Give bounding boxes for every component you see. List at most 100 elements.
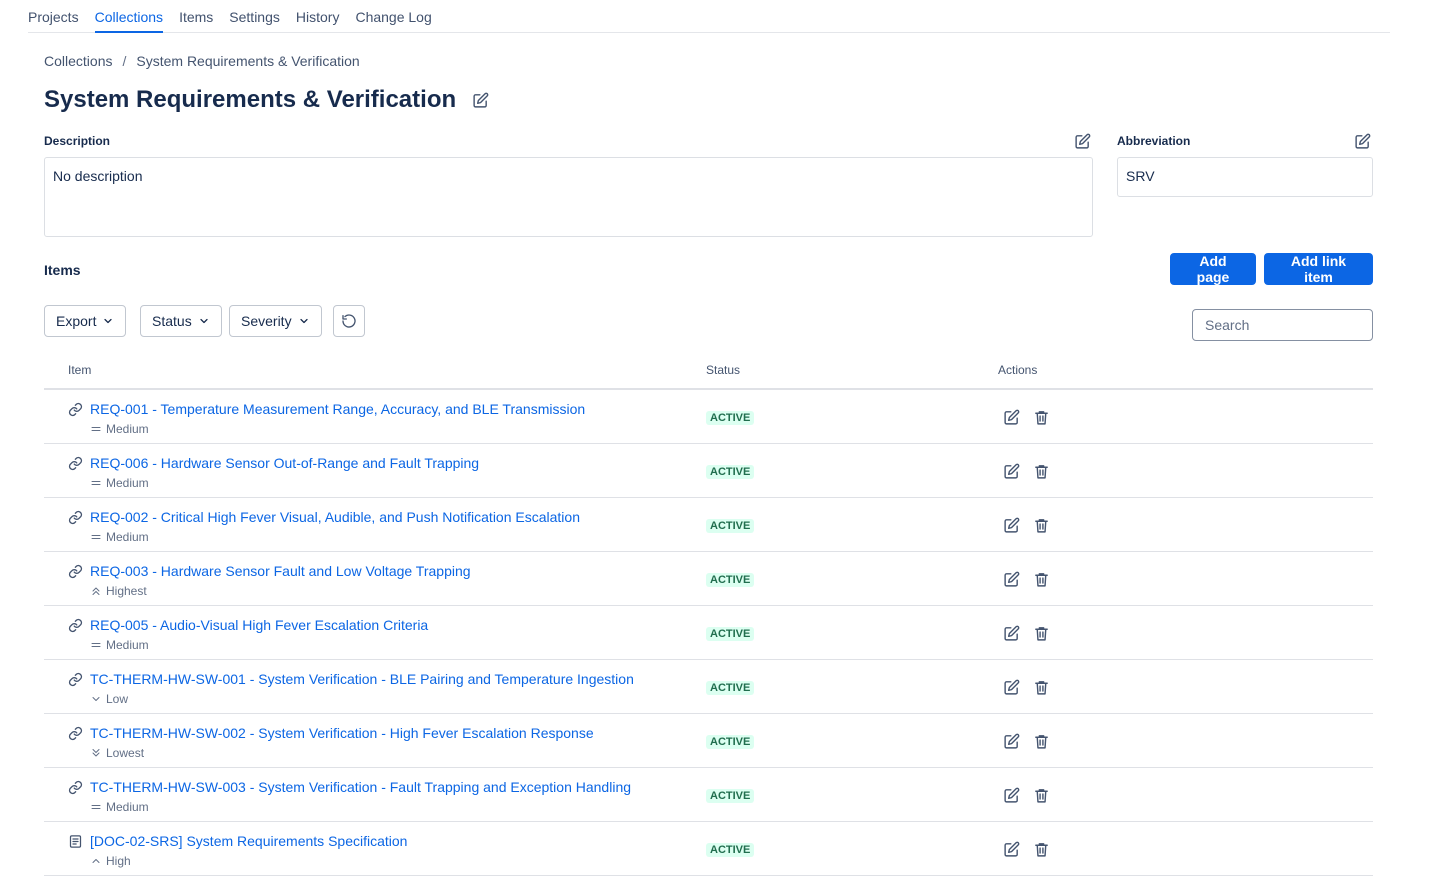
edit-icon[interactable] <box>1001 785 1021 805</box>
link-icon <box>68 564 84 580</box>
status-badge: ACTIVE <box>706 681 755 695</box>
abbreviation-field[interactable]: SRV <box>1117 157 1373 197</box>
edit-icon[interactable] <box>1001 677 1021 697</box>
trash-icon[interactable] <box>1031 515 1051 535</box>
description-label: Description <box>44 134 111 148</box>
refresh-button[interactable] <box>333 305 365 337</box>
table-row: REQ-002 - Critical High Fever Visual, Au… <box>44 498 1373 552</box>
edit-icon[interactable] <box>1001 731 1021 751</box>
severity-label: High <box>106 854 131 868</box>
item-title-link[interactable]: REQ-002 - Critical High Fever Visual, Au… <box>90 509 580 525</box>
tab-change-log[interactable]: Change Log <box>355 0 431 33</box>
search-input[interactable] <box>1192 309 1373 341</box>
item-title-link[interactable]: TC-THERM-HW-SW-003 - System Verification… <box>90 779 631 795</box>
top-nav: Projects Collections Items Settings Hist… <box>28 0 1390 33</box>
trash-icon[interactable] <box>1031 623 1051 643</box>
severity-label: Medium <box>106 422 149 436</box>
row-actions <box>1001 515 1051 535</box>
row-actions <box>1001 461 1051 481</box>
severity-filter-label: Severity <box>241 313 292 329</box>
item-title-link[interactable]: [DOC-02-SRS] System Requirements Specifi… <box>90 833 407 849</box>
severity-indicator: Medium <box>90 422 149 436</box>
table-row: TC-THERM-HW-SW-003 - System Verification… <box>44 768 1373 822</box>
edit-description-icon[interactable] <box>1072 131 1092 151</box>
column-header-item: Item <box>68 363 92 377</box>
item-title-link[interactable]: REQ-001 - Temperature Measurement Range,… <box>90 401 585 417</box>
status-filter-dropdown[interactable]: Status <box>140 305 222 337</box>
breadcrumb-root-link[interactable]: Collections <box>44 53 112 69</box>
page-title: System Requirements & Verification <box>44 86 457 113</box>
edit-title-icon[interactable] <box>470 90 490 110</box>
table-row: REQ-005 - Audio-Visual High Fever Escala… <box>44 606 1373 660</box>
trash-icon[interactable] <box>1031 461 1051 481</box>
table-row: REQ-006 - Hardware Sensor Out-of-Range a… <box>44 444 1373 498</box>
severity-label: Low <box>106 692 129 706</box>
trash-icon[interactable] <box>1031 839 1051 859</box>
link-icon <box>68 672 84 688</box>
severity-label: Medium <box>106 800 149 814</box>
tab-projects[interactable]: Projects <box>28 0 79 33</box>
status-badge: ACTIVE <box>706 789 755 803</box>
page-header: System Requirements & Verification <box>44 86 490 114</box>
table-row: REQ-001 - Temperature Measurement Range,… <box>44 390 1373 444</box>
row-actions <box>1001 731 1051 751</box>
items-table: Item Status Actions REQ-001 - Temperatur… <box>44 355 1373 876</box>
add-page-button[interactable]: Add page <box>1170 253 1256 285</box>
trash-icon[interactable] <box>1031 731 1051 751</box>
row-actions <box>1001 407 1051 427</box>
item-title-link[interactable]: TC-THERM-HW-SW-001 - System Verification… <box>90 671 634 687</box>
equals-icon <box>90 423 102 435</box>
status-badge: ACTIVE <box>706 627 755 641</box>
item-title-link[interactable]: TC-THERM-HW-SW-002 - System Verification… <box>90 725 594 741</box>
severity-indicator: Medium <box>90 800 149 814</box>
tab-settings[interactable]: Settings <box>229 0 280 33</box>
edit-abbreviation-icon[interactable] <box>1352 131 1372 151</box>
severity-indicator: Highest <box>90 584 147 598</box>
abbreviation-label: Abbreviation <box>1117 134 1191 148</box>
edit-icon[interactable] <box>1001 839 1021 859</box>
item-title-link[interactable]: REQ-005 - Audio-Visual High Fever Escala… <box>90 617 428 633</box>
tab-collections[interactable]: Collections <box>94 0 164 33</box>
severity-filter-dropdown[interactable]: Severity <box>229 305 322 337</box>
trash-icon[interactable] <box>1031 677 1051 697</box>
item-title-link[interactable]: REQ-003 - Hardware Sensor Fault and Low … <box>90 563 471 579</box>
row-actions <box>1001 785 1051 805</box>
row-actions <box>1001 569 1051 589</box>
trash-icon[interactable] <box>1031 569 1051 589</box>
chevron-down-icon <box>104 318 113 324</box>
status-badge: ACTIVE <box>706 573 755 587</box>
breadcrumb-separator: / <box>122 53 127 69</box>
double-chevron-up-icon <box>90 585 102 597</box>
status-badge: ACTIVE <box>706 465 755 479</box>
add-link-item-button[interactable]: Add link item <box>1264 253 1373 285</box>
edit-icon[interactable] <box>1001 623 1021 643</box>
column-header-status: Status <box>706 363 741 377</box>
edit-icon[interactable] <box>1001 515 1021 535</box>
export-dropdown[interactable]: Export <box>44 305 127 337</box>
status-badge: ACTIVE <box>706 735 755 749</box>
tab-items[interactable]: Items <box>179 0 213 33</box>
chevron-down-icon <box>90 693 102 705</box>
items-section-title: Items <box>44 262 81 278</box>
severity-label: Medium <box>106 530 149 544</box>
page-icon <box>68 834 84 850</box>
status-badge: ACTIVE <box>706 843 755 857</box>
tab-history[interactable]: History <box>296 0 340 33</box>
link-icon <box>68 456 84 472</box>
status-badge: ACTIVE <box>706 411 755 425</box>
column-header-actions: Actions <box>998 363 1038 377</box>
table-row: REQ-003 - Hardware Sensor Fault and Low … <box>44 552 1373 606</box>
row-actions <box>1001 623 1051 643</box>
breadcrumb: Collections / System Requirements & Veri… <box>44 53 360 69</box>
trash-icon[interactable] <box>1031 785 1051 805</box>
trash-icon[interactable] <box>1031 407 1051 427</box>
chevron-down-icon <box>200 318 208 324</box>
edit-icon[interactable] <box>1001 569 1021 589</box>
breadcrumb-current: System Requirements & Verification <box>136 53 360 69</box>
item-title-link[interactable]: REQ-006 - Hardware Sensor Out-of-Range a… <box>90 455 479 471</box>
edit-icon[interactable] <box>1001 461 1021 481</box>
severity-indicator: Medium <box>90 638 149 652</box>
edit-icon[interactable] <box>1001 407 1021 427</box>
severity-label: Highest <box>106 584 147 598</box>
description-field[interactable]: No description <box>44 157 1093 237</box>
